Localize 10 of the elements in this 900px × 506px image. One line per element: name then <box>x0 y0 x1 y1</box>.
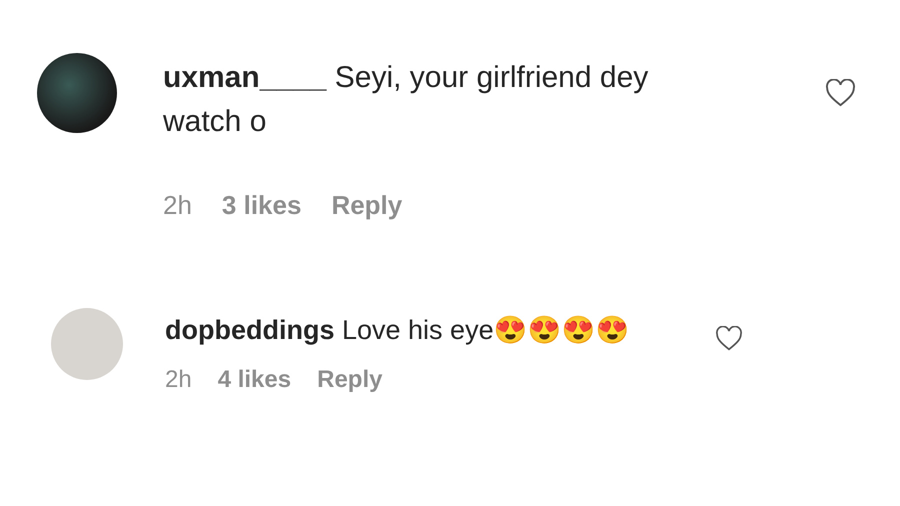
likes-count-link[interactable]: 3 likes <box>222 190 302 221</box>
heart-icon[interactable] <box>825 79 856 107</box>
comment-text: dopbeddings Love his eye😍😍😍😍 <box>165 314 631 347</box>
comment-text: uxman____ Seyi, your girlfriend dey watch o <box>163 60 650 140</box>
comment-time: 2h <box>165 366 192 394</box>
comment-time: 2h <box>163 190 192 221</box>
reply-button[interactable]: Reply <box>331 190 402 221</box>
likes-count-link[interactable]: 4 likes <box>218 366 292 394</box>
reply-button[interactable]: Reply <box>317 366 382 394</box>
heart-icon[interactable] <box>715 326 743 351</box>
